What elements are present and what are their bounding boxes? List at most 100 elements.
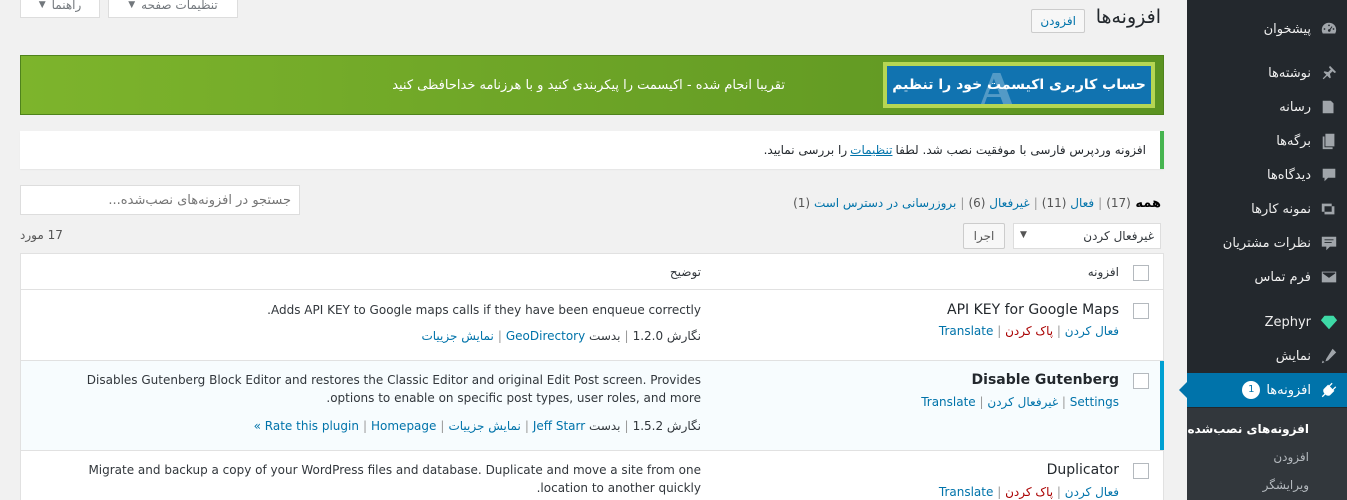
plugin-row-actions: فعال کردن | پاک کردن | Translate [938, 324, 1119, 338]
table-row: Duplicator فعال کردن | پاک کردن | Transl… [21, 451, 1163, 500]
translate-link[interactable]: Translate [939, 485, 994, 499]
plugin-author-link[interactable]: GeoDirectory [506, 329, 585, 343]
filter-inactive-count: (6) [968, 196, 986, 210]
akismet-banner: A حساب کاربری اکیسمت خود را تنظیم تقریبا… [20, 55, 1164, 115]
sidebar-item-label: برگه‌ها [1276, 133, 1311, 149]
chevron-down-icon: ▼ [1020, 230, 1027, 240]
select-all-checkbox[interactable] [1133, 265, 1149, 281]
sidebar-item-dashboard[interactable]: پیشخوان [1187, 12, 1347, 46]
sidebar-item-appearance[interactable]: نمایش [1187, 339, 1347, 373]
sidebar-item-label: نمونه کارها [1251, 201, 1311, 217]
sidebar-item-media[interactable]: رسانه [1187, 90, 1347, 124]
item-count: 17 مورد [20, 228, 63, 242]
pages-icon [1319, 131, 1339, 151]
plugin-description: Disables Gutenberg Block Editor and rest… [86, 373, 701, 405]
translate-link[interactable]: Translate [921, 395, 976, 409]
media-icon [1319, 97, 1339, 117]
caret-down-icon: ▼ [128, 0, 136, 10]
plugin-search-input[interactable] [20, 185, 300, 215]
filter-inactive[interactable]: غیرفعال [989, 196, 1029, 210]
view-details-link[interactable]: نمایش جزییات [421, 329, 493, 343]
row-checkbox[interactable] [1133, 463, 1149, 479]
bulk-action-select[interactable]: غیرفعال کردن ▼ [1013, 223, 1161, 249]
column-description: توضیح [669, 265, 701, 279]
plugin-by: بدست [589, 419, 621, 433]
table-header: افزونه توضیح [21, 254, 1163, 290]
sidebar-item-testimonials[interactable]: نظرات مشتریان [1187, 226, 1347, 260]
notice-text-before: افزونه وردپرس فارسی با موفقیت نصب شد. لط… [895, 143, 1146, 157]
activate-link[interactable]: فعال کردن [1065, 485, 1119, 499]
add-new-button[interactable]: افزودن [1031, 9, 1085, 33]
column-plugin: افزونه [1087, 265, 1119, 279]
dashboard-icon [1319, 19, 1339, 39]
portfolio-icon [1319, 199, 1339, 219]
sidebar-item-posts[interactable]: نوشته‌ها [1187, 56, 1347, 90]
delete-link[interactable]: پاک کردن [1005, 324, 1053, 338]
pushpin-icon [1319, 63, 1339, 83]
sidebar-item-zephyr[interactable]: Zephyr [1187, 305, 1347, 339]
notice-settings-link[interactable]: تنظیمات [850, 143, 892, 157]
update-count-badge: 1 [1242, 381, 1261, 399]
success-notice: افزونه وردپرس فارسی با موفقیت نصب شد. لط… [20, 131, 1164, 169]
comments-icon [1319, 165, 1339, 185]
sidebar-item-label: نمایش [1275, 348, 1311, 364]
filter-updates-count: (1) [793, 196, 811, 210]
sidebar-item-label: نظرات مشتریان [1222, 235, 1311, 251]
submenu-installed-plugins[interactable]: افزونه‌های نصب‌شده [1187, 422, 1347, 436]
sidebar-item-pages[interactable]: برگه‌ها [1187, 124, 1347, 158]
activate-link[interactable]: فعال کردن [1065, 324, 1119, 338]
help-tab-button[interactable]: راهنما ▼ [20, 0, 100, 18]
admin-sidebar: پیشخوان نوشته‌ها رسانه برگه‌ها دیدگاه‌ها… [1179, 0, 1347, 500]
page-title: افزونه‌ها [1095, 6, 1161, 28]
appearance-icon [1319, 346, 1339, 366]
sidebar-item-label: فرم تماس [1254, 269, 1311, 285]
submenu-editor[interactable]: ویرایشگر [1187, 478, 1347, 492]
row-checkbox[interactable] [1133, 303, 1149, 319]
translate-link[interactable]: Translate [939, 324, 994, 338]
filter-inactive-label: غیرفعال [989, 196, 1030, 210]
row-checkbox[interactable] [1133, 373, 1149, 389]
plugin-status-filters: همه (17)|فعال (11)|غیرفعال (6)|بروزرسانی… [793, 196, 1161, 211]
mail-icon [1319, 267, 1339, 287]
sidebar-item-comments[interactable]: دیدگاه‌ها [1187, 158, 1347, 192]
filter-updates-label: بروزرسانی در دسترس است [813, 196, 957, 210]
settings-link[interactable]: Settings [1070, 395, 1119, 409]
sidebar-item-label: Zephyr [1264, 314, 1311, 330]
plugins-table: افزونه توضیح API KEY for Google Maps فعا… [20, 253, 1164, 500]
plugin-author-link[interactable]: Jeff Starr [533, 419, 585, 433]
sidebar-item-label: دیدگاه‌ها [1266, 167, 1311, 183]
sidebar-item-label: رسانه [1279, 99, 1311, 115]
bulk-apply-button[interactable]: اجرا [963, 223, 1005, 249]
rate-plugin-link[interactable]: Rate this plugin [265, 419, 359, 433]
plugin-name: Duplicator [1046, 462, 1119, 478]
filter-updates[interactable]: بروزرسانی در دسترس است [814, 196, 956, 210]
testimonials-icon [1319, 233, 1339, 253]
delete-link[interactable]: پاک کردن [1005, 485, 1053, 499]
sidebar-item-label: افزونه‌ها [1266, 382, 1311, 398]
screen-options-button[interactable]: تنظیمات صفحه ▼ [108, 0, 238, 18]
help-tab-label: راهنما [51, 0, 82, 12]
sidebar-item-plugins[interactable]: افزونه‌ها 1 [1179, 373, 1347, 407]
plugin-meta: نگارش 1.5.2|بدست Jeff Starr|نمایش جزییات… [253, 419, 701, 433]
notice-text-after: را بررسی نمایید. [763, 143, 848, 157]
plugin-description: Adds API KEY to Google maps calls if the… [267, 303, 701, 317]
sidebar-item-portfolio[interactable]: نمونه کارها [1187, 192, 1347, 226]
plugin-version: نگارش 1.2.0 [632, 329, 701, 343]
plugin-name: Disable Gutenberg [971, 372, 1119, 388]
caret-down-icon: ▼ [38, 0, 46, 10]
deactivate-link[interactable]: غیرفعال کردن [987, 395, 1058, 409]
filter-active-label: فعال [1070, 196, 1095, 210]
view-details-link[interactable]: نمایش جزییات [448, 419, 520, 433]
filter-active[interactable]: فعال [1070, 196, 1094, 210]
bulk-action-selected: غیرفعال کردن [1083, 229, 1154, 243]
plugins-submenu: افزونه‌های نصب‌شده افزودن ویرایشگر [1187, 408, 1347, 500]
table-row: API KEY for Google Maps فعال کردن | پاک … [21, 291, 1163, 361]
sidebar-item-contact-form[interactable]: فرم تماس [1187, 260, 1347, 294]
plugin-version: نگارش 1.5.2 [632, 419, 701, 433]
filter-all-count: (17) [1106, 196, 1131, 210]
sidebar-item-label: نوشته‌ها [1268, 65, 1311, 81]
plugin-meta: نگارش 1.2.0|بدست GeoDirectory|نمایش جزیی… [421, 329, 701, 343]
akismet-setup-button[interactable]: A حساب کاربری اکیسمت خود را تنظیم [883, 62, 1155, 108]
filter-all[interactable]: همه (17) [1106, 196, 1161, 211]
submenu-add-new[interactable]: افزودن [1187, 450, 1347, 464]
